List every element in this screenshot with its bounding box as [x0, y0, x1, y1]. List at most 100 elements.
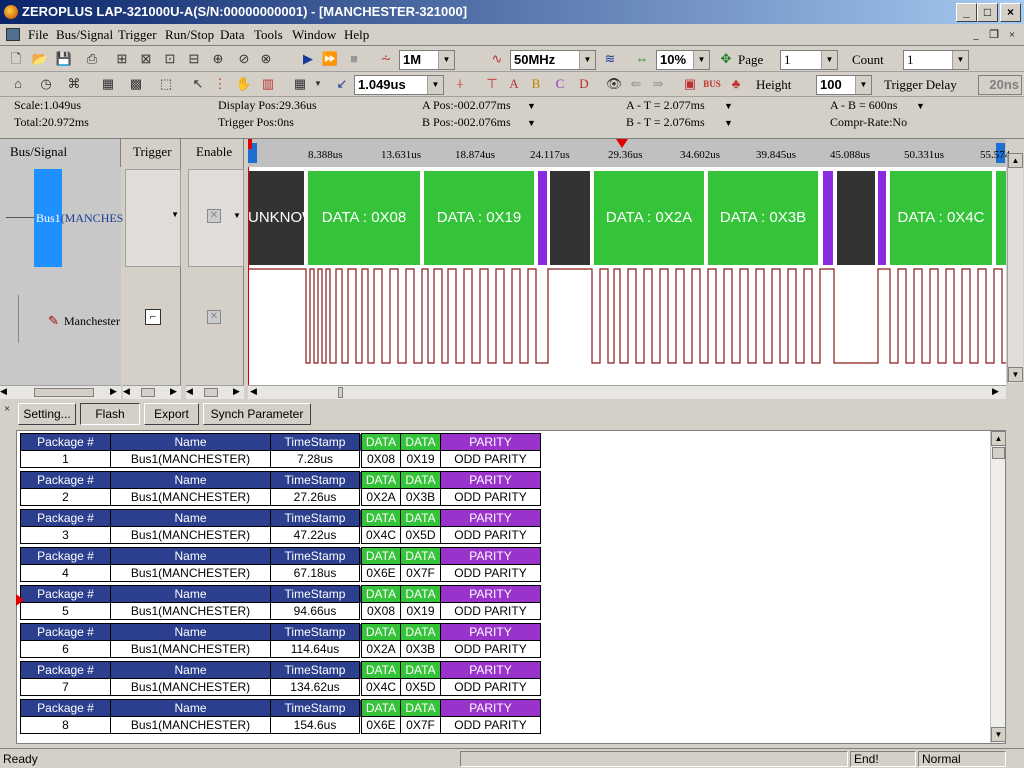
trigger-marker-left[interactable] [248, 139, 252, 149]
package-entry[interactable]: Package # Name TimeStamp DATA DATA PARITY 5 Bus… [20, 585, 541, 620]
bar-a-icon[interactable]: A [504, 75, 524, 93]
mdi-close-button[interactable]: × [1004, 28, 1020, 42]
document-icon[interactable] [6, 28, 20, 41]
chevron-down-icon[interactable]: ▼ [916, 101, 925, 111]
package-vertical-scrollbar[interactable]: ▲ ▼ [990, 431, 1005, 743]
close-panel-icon[interactable]: × [4, 403, 10, 415]
mdi-minimize-button[interactable]: _ [968, 28, 984, 42]
close-button[interactable]: × [1000, 3, 1021, 22]
scroll-left-icon[interactable]: ◀ [0, 386, 7, 397]
count-select[interactable]: 1 ▼ [903, 50, 969, 70]
trigger-cursor-line[interactable] [248, 167, 249, 385]
cube-icon[interactable]: ⬚ [156, 75, 176, 93]
trigger-bus-cell[interactable]: ▼ [125, 169, 181, 267]
mdi-restore-button[interactable]: ❐ [986, 28, 1002, 42]
binoculars-icon[interactable]: 👁 [604, 75, 624, 93]
stop-icon[interactable]: ■ [344, 50, 364, 68]
waveform-vertical-scrollbar[interactable]: ▲ ▼ [1007, 153, 1023, 383]
run-repeat-icon[interactable]: ⏩ [320, 50, 340, 68]
save-icon[interactable]: 💾 [54, 50, 74, 68]
grid-icon[interactable]: ▩ [126, 75, 146, 93]
calculator-icon[interactable]: ▦ [98, 75, 118, 93]
print-icon[interactable]: ⎙ [82, 50, 102, 68]
scroll-left-icon[interactable]: ◀ [250, 386, 257, 397]
bar-t-icon[interactable]: ⊤ [482, 75, 502, 93]
bar-b-icon[interactable]: B [526, 75, 546, 93]
zoom-select[interactable]: 10% ▼ [656, 50, 710, 70]
export-button[interactable]: Export [144, 403, 199, 425]
title-bar[interactable]: ZEROPLUS LAP-321000U-A(S/N:00000000001) … [0, 0, 1024, 24]
menu-help[interactable]: Help [344, 27, 369, 43]
scroll-up-icon[interactable]: ▲ [1008, 153, 1023, 168]
scroll-thumb[interactable] [204, 388, 218, 397]
name-horizontal-scrollbar[interactable]: ◀ ▶ [0, 385, 121, 399]
minimize-button[interactable]: _ [956, 3, 977, 22]
bar-d-icon[interactable]: D [574, 75, 594, 93]
menu-run-stop[interactable]: Run/Stop [165, 27, 214, 43]
chevron-down-icon[interactable]: ▼ [233, 211, 241, 220]
signal-label[interactable]: Manchester [64, 314, 120, 329]
waveform-icon[interactable]: ⍭ [450, 75, 470, 93]
package-entry[interactable]: Package # Name TimeStamp DATA DATA PARITY 7 Bus… [20, 661, 541, 696]
enable-signal-checkbox[interactable]: ✕ [207, 310, 221, 324]
page-select[interactable]: 1 ▼ [780, 50, 838, 70]
bus-icon[interactable]: BUS [702, 75, 722, 93]
enable-bus-checkbox[interactable]: ✕ [207, 209, 221, 223]
rising-edge-icon[interactable]: ⌐ [145, 309, 161, 325]
scroll-down-icon[interactable]: ▼ [1008, 367, 1023, 382]
package-entry[interactable]: Package # Name TimeStamp DATA DATA PARITY 4 Bus… [20, 547, 541, 582]
scroll-down-icon[interactable]: ▼ [991, 727, 1005, 742]
package-entry[interactable]: Package # Name TimeStamp DATA DATA PARITY 8 Bus… [20, 699, 541, 734]
scroll-right-icon[interactable]: ▶ [233, 386, 240, 397]
scale-select[interactable]: 1.049us ▼ [354, 75, 444, 95]
signal-setting-icon[interactable]: ⊟ [184, 50, 204, 68]
trigger-property-icon[interactable]: ⊠ [136, 50, 156, 68]
menu-tools[interactable]: Tools [254, 27, 283, 43]
scroll-right-icon[interactable]: ▶ [992, 386, 999, 397]
height-select[interactable]: 100 ▼ [816, 75, 872, 95]
menu-data[interactable]: Data [220, 27, 245, 43]
next-icon[interactable]: ⇛ [648, 75, 668, 93]
waveform-horizontal-scrollbar[interactable]: ◀ ▶ [248, 385, 1006, 399]
threshold-icon[interactable]: ≋ [600, 50, 620, 68]
chevron-down-icon[interactable]: ▼ [527, 101, 536, 111]
trigger-marker[interactable] [616, 139, 628, 148]
bus-state-icon[interactable]: ▥ [258, 75, 278, 93]
setting-button[interactable]: Setting... [18, 403, 76, 425]
flash-button[interactable]: Flash [80, 403, 140, 425]
pointer-icon[interactable]: ↖ [188, 75, 208, 93]
menu-bus-signal[interactable]: Bus/Signal [56, 27, 113, 43]
scroll-right-icon[interactable]: ▶ [170, 386, 177, 397]
time-ruler[interactable]: 8.388us 13.631us 18.874us 24.117us 29.36… [248, 139, 1010, 167]
scroll-thumb[interactable] [338, 387, 343, 398]
cursor-a-icon[interactable]: ⋮ [210, 75, 230, 93]
menu-trigger[interactable]: Trigger [118, 27, 157, 43]
enable-horizontal-scrollbar[interactable]: ◀ ▶ [186, 385, 244, 399]
clock-icon[interactable]: ◷ [36, 75, 56, 93]
package-entry[interactable]: Package # Name TimeStamp DATA DATA PARITY 2 Bus… [20, 471, 541, 506]
trigger-horizontal-scrollbar[interactable]: ◀ ▶ [123, 385, 181, 399]
trigger-delay-field[interactable]: 20ns [978, 75, 1022, 95]
split-icon[interactable]: ⊘ [234, 50, 254, 68]
prev-icon[interactable]: ⇚ [626, 75, 646, 93]
scroll-left-icon[interactable]: ◀ [186, 386, 193, 397]
calendar-icon[interactable]: ▣ [680, 75, 700, 93]
package-entry[interactable]: Package # Name TimeStamp DATA DATA PARITY 1 Bus… [20, 433, 541, 468]
scroll-thumb[interactable] [34, 388, 94, 397]
users-icon[interactable]: ♣ [726, 75, 746, 93]
bus-property-icon[interactable]: ⊞ [112, 50, 132, 68]
menu-file[interactable]: File [28, 27, 48, 43]
bus-label[interactable]: Bus1(MANCHES [36, 211, 123, 226]
bar-c-icon[interactable]: C [550, 75, 570, 93]
waveform-area[interactable]: UNKNOW DATA : 0X08 DATA : 0X19 DATA : 0X… [248, 167, 1006, 385]
matrix-icon[interactable]: ▦ [290, 75, 310, 93]
scroll-up-icon[interactable]: ▲ [991, 431, 1005, 446]
scroll-thumb[interactable] [992, 447, 1005, 459]
chevron-down-icon[interactable]: ▼ [527, 118, 536, 128]
zoom-fit-icon[interactable]: ⇔ [632, 50, 652, 68]
chevron-down-icon[interactable]: ▼ [724, 101, 733, 111]
maximize-button[interactable]: □ [977, 3, 998, 22]
chevron-down-icon[interactable]: ▼ [724, 118, 733, 128]
open-folder-icon[interactable]: 📂 [30, 50, 50, 68]
package-list[interactable]: Package # Name TimeStamp DATA DATA PARITY 1 Bus… [16, 430, 1006, 744]
